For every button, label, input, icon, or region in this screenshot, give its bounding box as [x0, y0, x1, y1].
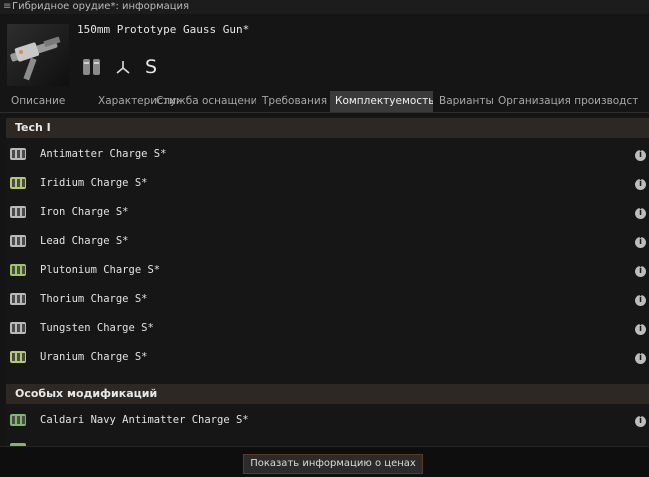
charge-icon [9, 320, 27, 336]
item-name-label: Lead Charge S* [40, 235, 129, 247]
tab-bar: Описание Характеристики Служба оснащения… [0, 91, 649, 113]
item-header: 150mm Prototype Gauss Gun* S [0, 14, 649, 90]
charge-icon [9, 291, 27, 307]
info-icon[interactable]: i [635, 237, 646, 248]
charge-icon [9, 175, 27, 191]
list-item[interactable]: Thorium Charge S* i [6, 285, 649, 314]
charge-icon [9, 146, 27, 162]
item-name-label: Caldari Navy Antimatter Charge S* [40, 414, 249, 426]
list-item[interactable]: Plutonium Charge S* i [6, 256, 649, 285]
list-item[interactable]: Lead Charge S* i [6, 227, 649, 256]
section-header-faction[interactable]: Особых модификаций [6, 384, 649, 404]
charge-icon [9, 412, 27, 428]
list-item-partial[interactable] [6, 435, 649, 446]
tab-variations[interactable]: Варианты [437, 91, 493, 112]
charge-icon [9, 204, 27, 220]
show-price-info-button[interactable]: Показать информацию о ценах [243, 454, 423, 474]
list-item[interactable]: Uranium Charge S* i [6, 343, 649, 372]
item-name-label: Plutonium Charge S* [40, 264, 161, 276]
list-item[interactable]: Antimatter Charge S* i [6, 140, 649, 169]
charge-icon [9, 233, 27, 249]
item-name-label: Uranium Charge S* [40, 351, 148, 363]
tab-compatibility[interactable]: Комплектуемость с [330, 91, 433, 112]
list-item[interactable]: Caldari Navy Antimatter Charge S* i [6, 406, 649, 435]
list-item[interactable]: Iron Charge S* i [6, 198, 649, 227]
window-title: Гибридное орудие*: информация [12, 1, 190, 12]
window-title-bar[interactable]: ≡ Гибридное орудие*: информация [0, 0, 649, 14]
compatible-items-list[interactable]: Tech I Antimatter Charge S* i Iridium Ch… [6, 118, 649, 446]
footer-bar: Показать информацию о ценах [0, 446, 649, 477]
section-header-tech1[interactable]: Tech I [6, 118, 649, 138]
tab-requirements[interactable]: Требования [261, 91, 328, 112]
size-class-label: S [145, 56, 158, 78]
tab-description[interactable]: Описание [8, 91, 93, 112]
window-menu-icon[interactable]: ≡ [3, 0, 11, 14]
item-name-label: Iron Charge S* [40, 206, 129, 218]
turret-icon[interactable] [114, 56, 132, 78]
item-name-label: Iridium Charge S* [40, 177, 148, 189]
info-icon[interactable]: i [635, 150, 646, 161]
info-icon[interactable]: i [635, 353, 646, 364]
charge-icon [9, 349, 27, 365]
gun-thumbnail[interactable] [7, 24, 69, 86]
info-icon[interactable]: i [635, 179, 646, 190]
list-item[interactable]: Iridium Charge S* i [6, 169, 649, 198]
info-icon[interactable]: i [635, 416, 646, 427]
info-icon[interactable]: i [635, 295, 646, 306]
info-icon[interactable]: i [635, 208, 646, 219]
tab-industry[interactable]: Организация производства [497, 91, 638, 112]
info-icon[interactable]: i [635, 266, 646, 277]
list-item[interactable]: Tungsten Charge S* i [6, 314, 649, 343]
item-name-label: Antimatter Charge S* [40, 148, 167, 160]
tab-fitting-service[interactable]: Служба оснащения [155, 91, 256, 112]
item-name-label: Tungsten Charge S* [40, 322, 154, 334]
charge-icon [9, 262, 27, 278]
item-name-label: Thorium Charge S* [40, 293, 148, 305]
info-icon[interactable]: i [635, 324, 646, 335]
item-name: 150mm Prototype Gauss Gun* [77, 23, 250, 36]
ammo-icon[interactable] [80, 56, 104, 78]
